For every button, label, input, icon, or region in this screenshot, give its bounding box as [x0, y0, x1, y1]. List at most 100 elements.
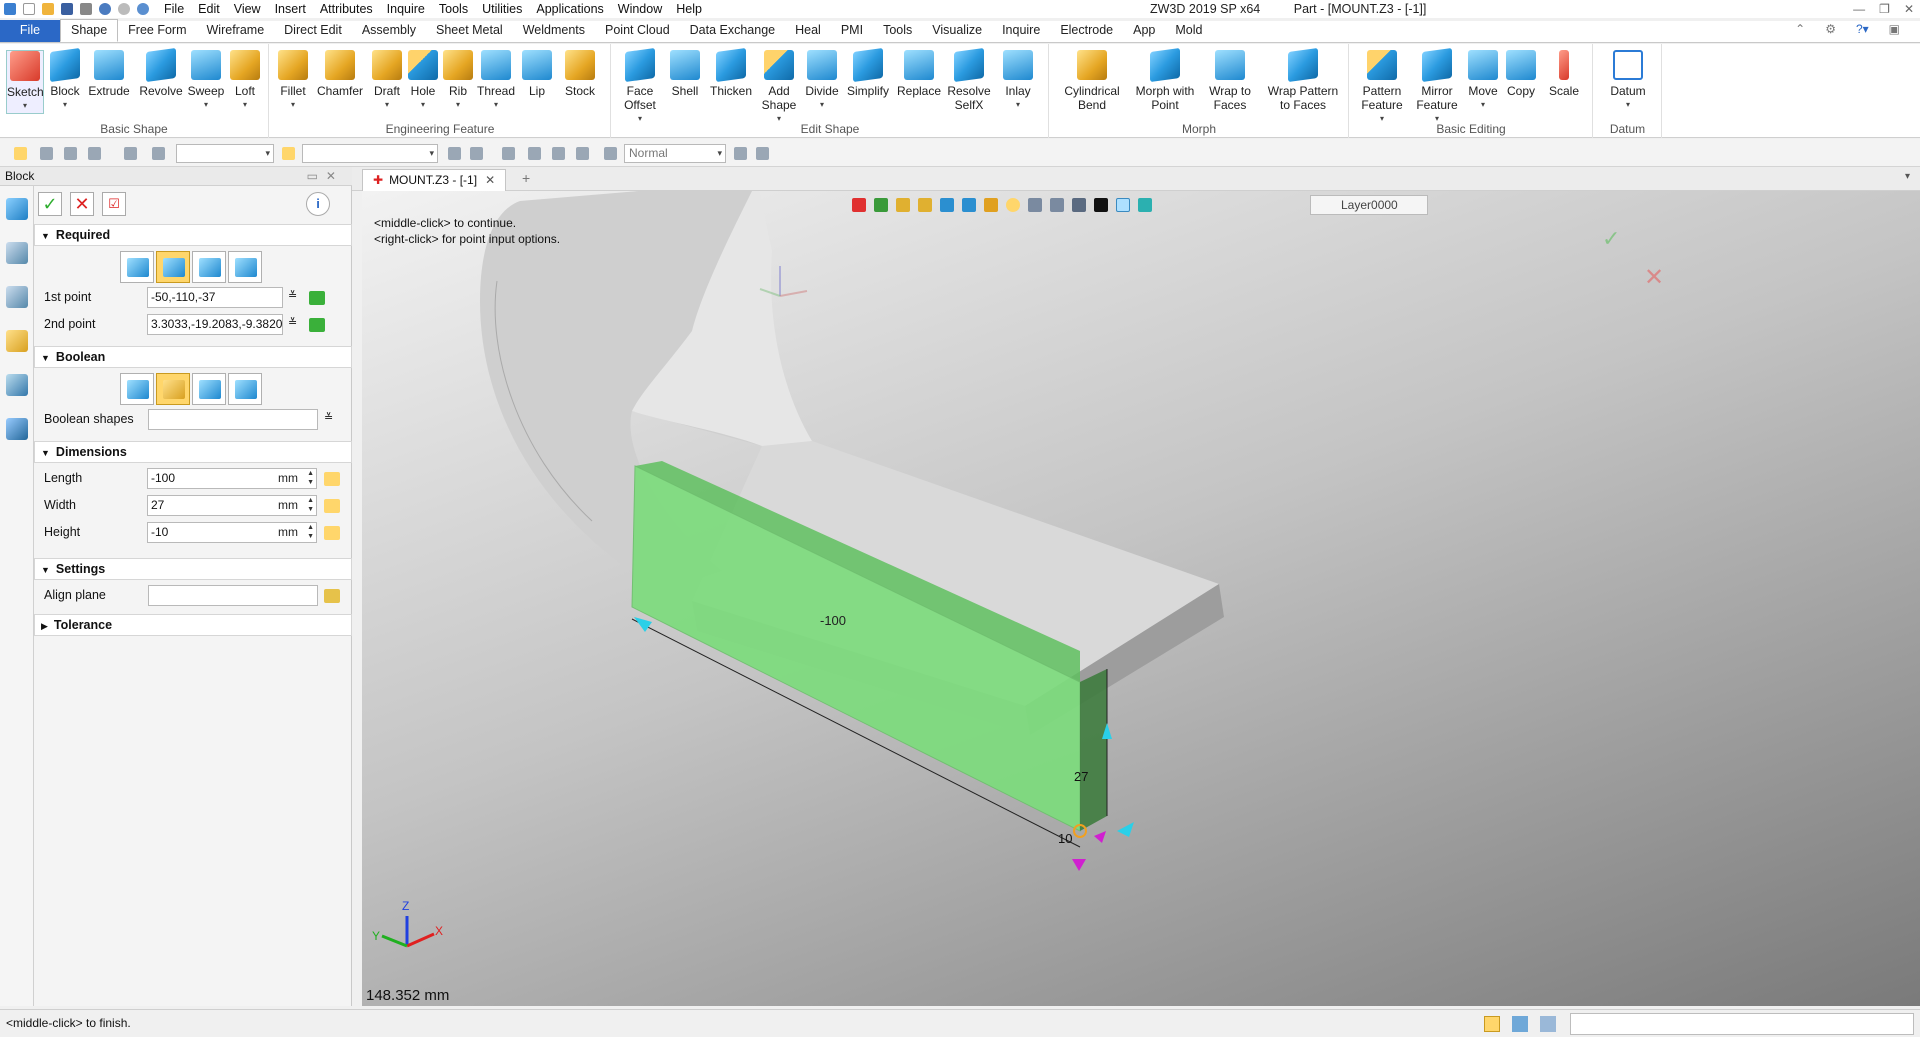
resolve-selfx-tool[interactable]: Resolve SelfX — [946, 47, 992, 112]
view-back-icon[interactable] — [852, 198, 866, 212]
render-mode-combo[interactable]: Normal — [624, 144, 726, 163]
view-color-icon[interactable] — [1116, 198, 1130, 212]
section-settings-header[interactable]: ▼ Settings — [34, 558, 352, 580]
status-panel-icon[interactable] — [1540, 1016, 1556, 1032]
layout-icon[interactable]: ▣ — [1889, 22, 1900, 36]
tab-tools[interactable]: Tools — [873, 20, 922, 42]
ghost-ok-icon[interactable]: ✓ — [1602, 227, 1620, 252]
view-monitor-icon[interactable] — [1072, 198, 1086, 212]
list2-icon[interactable] — [528, 147, 541, 160]
block-type-center[interactable] — [156, 251, 190, 283]
tab-free-form[interactable]: Free Form — [118, 20, 196, 42]
boolean-base[interactable] — [120, 373, 154, 405]
info-icon[interactable]: i — [306, 192, 330, 216]
refresh-icon[interactable] — [137, 3, 149, 15]
boolean-add[interactable] — [156, 373, 190, 405]
divide-tool[interactable]: Divide ▾ — [802, 50, 842, 112]
add-shape-tool[interactable]: Add Shape ▾ — [758, 50, 800, 126]
print-icon[interactable] — [80, 3, 92, 15]
list3-icon[interactable] — [552, 147, 565, 160]
length-field[interactable]: -100 mm ▲ ▼ — [147, 468, 317, 489]
select-mode-icon[interactable] — [282, 147, 295, 160]
part-icon[interactable] — [5, 330, 28, 352]
tab-mold[interactable]: Mold — [1165, 20, 1212, 42]
spinner-icon[interactable]: ▲ ▼ — [307, 496, 314, 514]
undo-icon[interactable] — [99, 3, 111, 15]
move-tool[interactable]: Move ▾ — [1466, 50, 1500, 112]
point-pick-icon[interactable] — [309, 291, 325, 305]
rib-tool[interactable]: Rib ▾ — [442, 50, 474, 112]
dim-arrow-right-icon[interactable] — [1117, 822, 1134, 837]
block-type-corner[interactable] — [120, 251, 154, 283]
snap-icon[interactable] — [40, 147, 53, 160]
plane-pick-icon[interactable] — [324, 589, 340, 603]
hole-tool[interactable]: Hole ▾ — [406, 50, 440, 112]
wrap-pattern-tool[interactable]: Wrap Pattern to Faces — [1264, 47, 1342, 112]
grid-filter-icon[interactable] — [88, 147, 101, 160]
view-manager-icon[interactable] — [5, 374, 28, 396]
tab-weldments[interactable]: Weldments — [513, 20, 595, 42]
tab-list-icon[interactable]: ▾ — [1905, 171, 1910, 182]
tab-heal[interactable]: Heal — [785, 20, 831, 42]
variable-icon[interactable] — [324, 499, 340, 513]
boolean-intersect[interactable] — [228, 373, 262, 405]
stack-icon[interactable] — [470, 147, 483, 160]
thread-tool[interactable]: Thread ▾ — [476, 50, 516, 112]
ok-check-icon[interactable]: ✓ — [38, 192, 62, 216]
menu-insert[interactable]: Insert — [268, 0, 313, 18]
expand-icon[interactable]: ≚ — [288, 316, 297, 329]
sketch-tool[interactable]: Sketch ▾ — [6, 50, 44, 114]
pattern-feature-tool[interactable]: Pattern Feature ▾ — [1356, 50, 1408, 126]
menu-help[interactable]: Help — [669, 0, 709, 18]
layer-selector[interactable]: Layer0000 — [1310, 195, 1428, 215]
ghost-cancel-icon[interactable]: ✕ — [1644, 263, 1664, 291]
dim-arrow-height-icon[interactable] — [1094, 831, 1106, 843]
menu-file[interactable]: File — [157, 0, 191, 18]
render-icon[interactable] — [604, 147, 617, 160]
view-light-icon[interactable] — [896, 198, 910, 212]
assembly-tree-icon[interactable] — [5, 286, 28, 308]
variable-icon[interactable] — [324, 526, 340, 540]
tab-sheet-metal[interactable]: Sheet Metal — [426, 20, 513, 42]
history-icon[interactable] — [5, 242, 28, 264]
sweep-tool[interactable]: Sweep ▾ — [186, 50, 226, 112]
redo-icon[interactable] — [118, 3, 130, 15]
replace-tool[interactable]: Replace — [896, 50, 942, 98]
tab-assembly[interactable]: Assembly — [352, 20, 426, 42]
open-file-icon[interactable] — [42, 3, 54, 15]
dim-arrow-down-icon[interactable] — [1072, 859, 1086, 871]
view-fit-icon[interactable] — [1028, 198, 1042, 212]
new-tab-icon[interactable]: + — [522, 170, 530, 186]
tab-inquire[interactable]: Inquire — [992, 20, 1050, 42]
fillet-tool[interactable]: Fillet ▾ — [274, 50, 312, 112]
view-orient-icon[interactable] — [962, 198, 976, 212]
command-input[interactable] — [1570, 1013, 1914, 1035]
cursor-icon[interactable] — [734, 147, 747, 160]
filter-icon[interactable] — [152, 147, 165, 160]
feature-manager-icon[interactable] — [5, 198, 28, 220]
draft-tool[interactable]: Draft ▾ — [370, 50, 404, 112]
section-boolean-header[interactable]: ▼ Boolean — [34, 346, 352, 368]
tab-visualize[interactable]: Visualize — [922, 20, 992, 42]
height-dimension-label[interactable]: 10 — [1058, 831, 1072, 846]
tab-data-exchange[interactable]: Data Exchange — [680, 20, 785, 42]
tab-file[interactable]: File — [0, 20, 60, 42]
menu-utilities[interactable]: Utilities — [475, 0, 529, 18]
tab-wireframe[interactable]: Wireframe — [197, 20, 275, 42]
block-type-edge[interactable] — [192, 251, 226, 283]
expand-icon[interactable]: ≚ — [288, 289, 297, 302]
help-icon[interactable]: ?▾ — [1856, 22, 1869, 36]
menu-window[interactable]: Window — [611, 0, 669, 18]
expand-icon[interactable]: ≚ — [324, 411, 333, 424]
tab-close-icon[interactable]: ✕ — [485, 173, 495, 187]
view-display-icon[interactable] — [984, 198, 998, 212]
extrude-tool[interactable]: Extrude — [87, 50, 131, 98]
status-monitor-icon[interactable] — [1512, 1016, 1528, 1032]
morph-with-point-tool[interactable]: Morph with Point — [1130, 47, 1200, 112]
wrap-to-faces-tool[interactable]: Wrap to Faces — [1204, 50, 1256, 112]
inlay-tool[interactable]: Inlay ▾ — [998, 50, 1038, 112]
minimize-icon[interactable]: — — [1853, 0, 1865, 18]
new-file-icon[interactable] — [23, 3, 35, 15]
panel-pin-close-icon[interactable]: ▭✕ — [307, 167, 344, 186]
tab-direct-edit[interactable]: Direct Edit — [274, 20, 352, 42]
